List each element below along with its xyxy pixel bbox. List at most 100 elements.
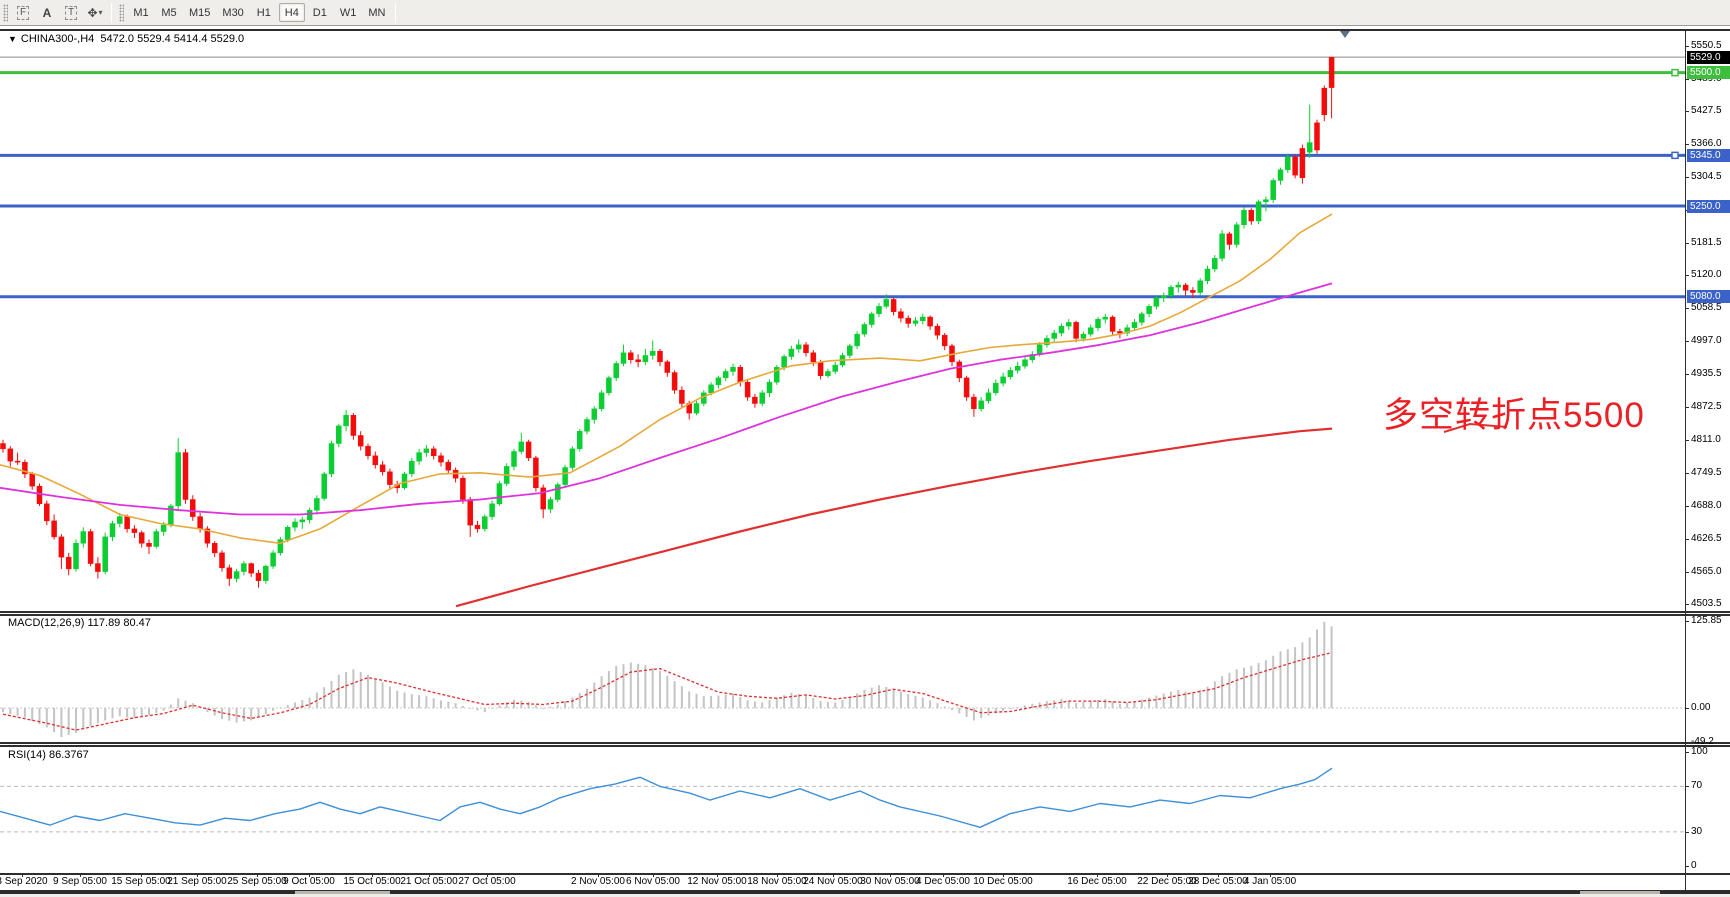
- date-label: 2 Nov 05:00: [571, 876, 625, 887]
- price-tick-label: 4872.5: [1691, 401, 1722, 412]
- candle: [125, 517, 130, 529]
- candle: [928, 317, 933, 326]
- scrollbar-track[interactable]: [0, 891, 1730, 894]
- rsi-tick-label: 70: [1691, 780, 1702, 791]
- candle: [95, 564, 100, 572]
- candle: [278, 540, 283, 553]
- date-label: 9 Sep 05:00: [53, 876, 107, 887]
- arrows-icon[interactable]: ✥▾: [84, 3, 106, 23]
- date-label: 18 Nov 05:00: [747, 876, 807, 887]
- candle: [183, 453, 188, 500]
- candle: [1001, 377, 1006, 383]
- rsi-tick-mark: [1685, 786, 1689, 787]
- candle: [402, 474, 407, 488]
- price-tick-mark: [1685, 604, 1689, 605]
- tab-timeframe-M15[interactable]: M15: [184, 3, 215, 22]
- rsi-panel[interactable]: [0, 744, 1685, 873]
- tab-timeframe-M5[interactable]: M5: [156, 3, 182, 22]
- candle: [825, 371, 830, 375]
- candle: [942, 335, 947, 346]
- candle: [322, 474, 327, 499]
- candle: [1059, 326, 1064, 333]
- candle: [519, 442, 524, 452]
- level-handle[interactable]: [1672, 70, 1678, 76]
- date-label: 6 Nov 05:00: [626, 876, 680, 887]
- tab-timeframe-MN[interactable]: MN: [363, 3, 390, 22]
- price-annotation[interactable]: 多空转折点5500: [1383, 387, 1645, 438]
- candle: [74, 543, 79, 569]
- chart-shift-triangle-icon[interactable]: [1340, 31, 1350, 38]
- candle: [1015, 366, 1020, 370]
- candle: [1147, 306, 1152, 313]
- candle: [913, 321, 918, 324]
- macd-panel[interactable]: [0, 612, 1685, 742]
- candle: [366, 446, 371, 456]
- candle: [1315, 123, 1320, 150]
- candle: [1329, 57, 1334, 87]
- main-chart[interactable]: [0, 30, 1685, 611]
- candle: [986, 393, 991, 401]
- candle: [497, 484, 502, 504]
- candle: [460, 478, 465, 499]
- candle: [15, 461, 20, 462]
- candle: [1139, 314, 1144, 323]
- tab-timeframe-M1[interactable]: M1: [128, 3, 154, 22]
- candle: [1169, 287, 1174, 296]
- tab-timeframe-M30[interactable]: M30: [217, 3, 248, 22]
- candle: [979, 401, 984, 409]
- candle: [1322, 88, 1327, 115]
- candle: [1234, 225, 1239, 245]
- fibonacci-icon[interactable]: F: [12, 3, 34, 23]
- rsi-tick-mark: [1685, 752, 1689, 753]
- tab-timeframe-W1[interactable]: W1: [335, 3, 362, 22]
- price-tick-label: 4749.5: [1691, 467, 1722, 478]
- scrollbar-thumb[interactable]: [295, 891, 390, 894]
- level-handle[interactable]: [1672, 152, 1678, 158]
- candle: [1096, 319, 1101, 328]
- candle: [1161, 296, 1166, 298]
- text-icon[interactable]: A: [36, 3, 58, 23]
- candle: [585, 419, 590, 431]
- candle: [161, 525, 166, 531]
- date-label: 15 Sep 05:00: [111, 876, 171, 887]
- price-tick-label: 5304.5: [1691, 171, 1722, 182]
- toolbar-separator: [395, 3, 396, 23]
- candle: [811, 353, 816, 362]
- tab-timeframe-D1[interactable]: D1: [307, 3, 333, 22]
- horizontal-scrollbar[interactable]: [0, 891, 1730, 897]
- scrollbar-thumb[interactable]: [1580, 891, 1660, 894]
- candle: [1132, 322, 1137, 327]
- candle: [110, 524, 115, 537]
- tab-timeframe-H4[interactable]: H4: [279, 3, 305, 22]
- price-tick-label: 5366.0: [1691, 138, 1722, 149]
- candle: [628, 353, 633, 360]
- candle: [796, 345, 801, 349]
- candle: [694, 403, 699, 413]
- tab-timeframe-H1[interactable]: H1: [251, 3, 277, 22]
- macd-tick-label: 0.00: [1691, 702, 1710, 713]
- candle: [88, 532, 93, 564]
- candle: [745, 382, 750, 397]
- date-label: 3 Sep 2020: [0, 876, 48, 887]
- candle: [1117, 331, 1122, 333]
- toolbar-grip[interactable]: [3, 4, 8, 22]
- candle: [636, 360, 641, 362]
- chevron-down-icon[interactable]: ▾: [99, 8, 103, 17]
- date-label: 4 Jan 05:00: [1244, 876, 1296, 887]
- candle: [862, 325, 867, 335]
- candle: [1066, 322, 1071, 326]
- price-tick-label: 4811.0: [1691, 434, 1721, 445]
- toolbar-grip[interactable]: [119, 4, 124, 22]
- candle: [190, 500, 195, 517]
- candle: [818, 362, 823, 376]
- price-tick-label: 5120.0: [1691, 269, 1722, 280]
- text-label-icon[interactable]: T: [60, 3, 82, 23]
- toolbar: F A T ✥▾ M1M5M15M30H1H4D1W1MN: [0, 0, 1730, 26]
- candle: [606, 378, 611, 393]
- price-axis-border: [1685, 30, 1686, 891]
- candle: [314, 498, 319, 510]
- candle: [789, 349, 794, 356]
- price-tick-label: 4935.5: [1691, 368, 1722, 379]
- candle: [117, 517, 122, 524]
- price-tick-mark: [1685, 341, 1689, 342]
